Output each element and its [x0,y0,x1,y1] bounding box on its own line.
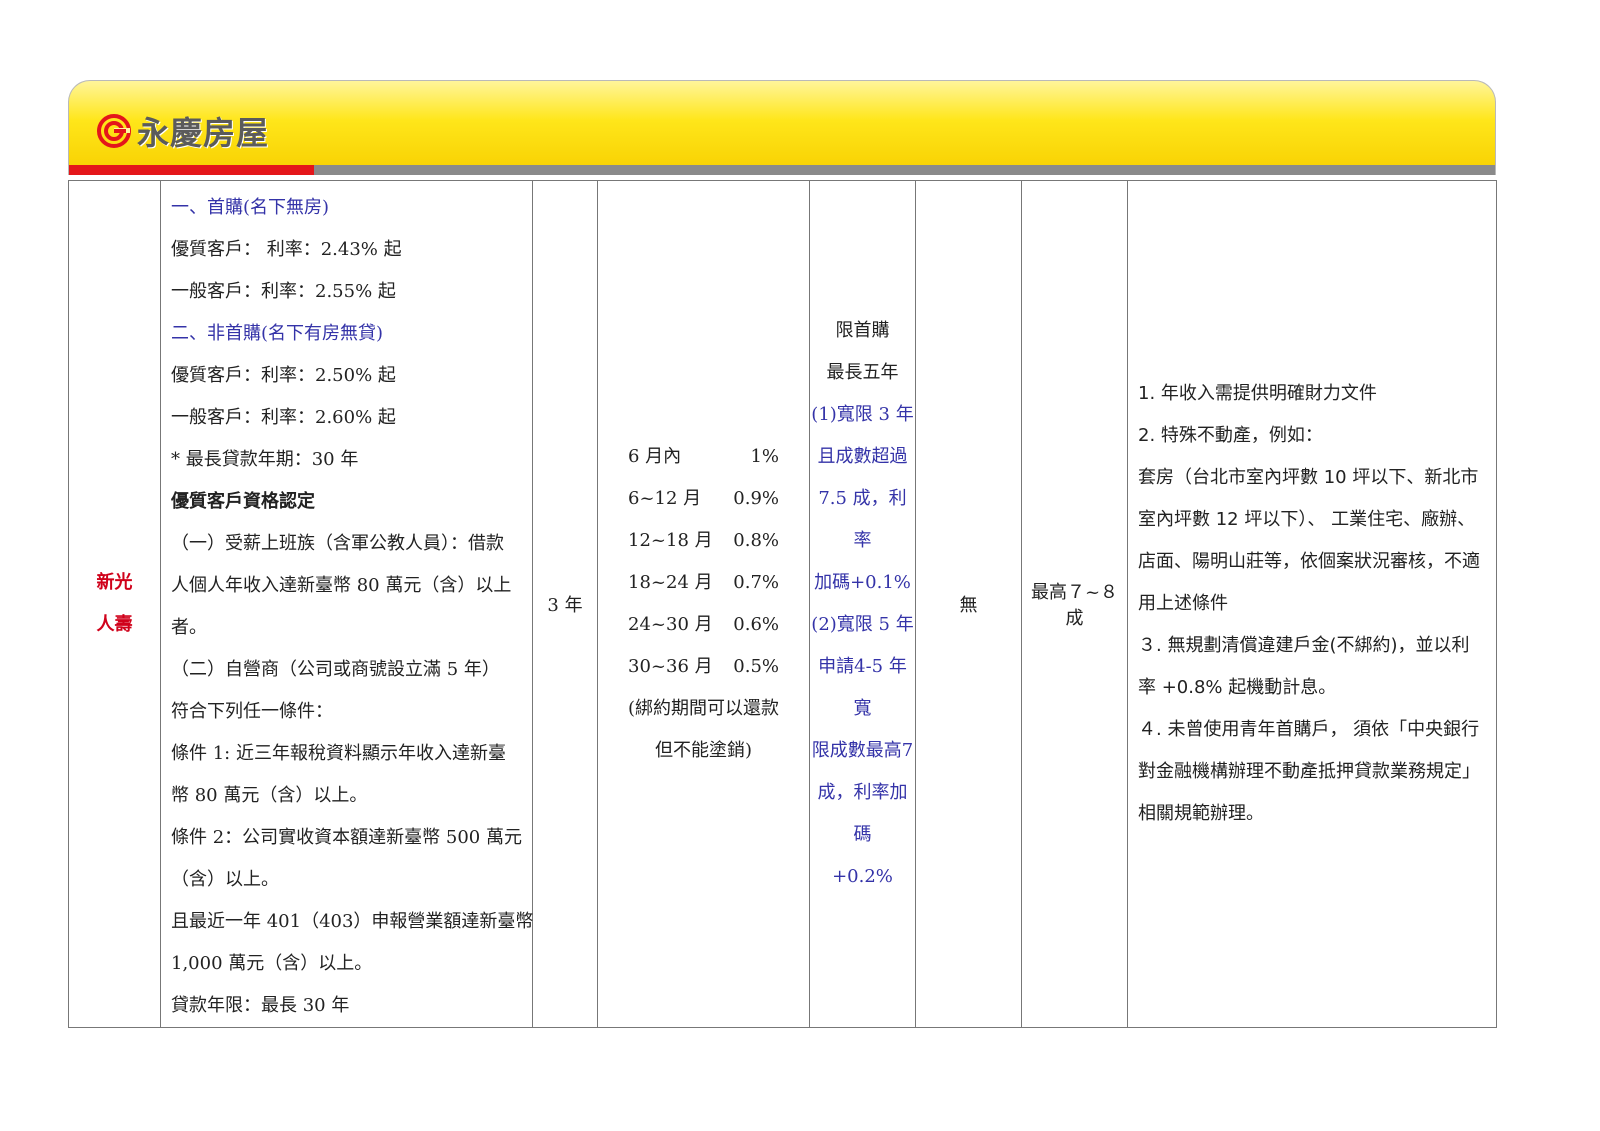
table-row: 新光 人壽 一、首購(名下無房) 優質客戶： 利率：2.43% 起 一般客戶：利… [68,180,1497,1028]
q1-line-2: 人個人年收入達新臺幣 80 萬元（含）以上 [171,575,512,596]
note-4: ３. 無規劃清償違建戶金(不綁約)，並以利率 +0.8% 起機動計息。 [1138,635,1470,698]
penalty-note-1: (綁約期間可以還款 [627,698,780,719]
condition3-line-2: 1,000 萬元（含）以上。 [171,953,373,974]
brand-logo-icon [97,114,131,148]
condition3-line-1: 且最近一年 401（403）申報營業額達新臺幣 [171,911,534,932]
notes-cell: 1. 年收入需提供明確財力文件 2. 特殊不動產，例如： 套房（台北市室內坪數 … [1127,180,1497,1028]
ltv-cell: 最高７~８成 [1021,180,1128,1028]
note-1: 1. 年收入需提供明確財力文件 [1138,383,1377,404]
grace-line: 限成數最高7 [811,740,914,761]
penalty-rate: 1% [750,446,779,467]
non-first-title: 二、非首購(名下有房無貸) [171,323,384,344]
q1-line-3: 者。 [171,617,207,638]
grace-line: 加碼+0.1% [814,572,911,593]
grace-line: (2)寬限 5 年 [811,614,914,635]
grace-line: 成，利率加碼 [817,782,908,845]
fee-cell: 無 [915,180,1022,1028]
brand-logo[interactable]: 永慶房屋 [97,111,270,152]
rate-cell: 一、首購(名下無房) 優質客戶： 利率：2.43% 起 一般客戶：利率：2.55… [160,180,534,1028]
condition1-line-1: 條件 1: 近三年報稅資料顯示年收入達新臺 [171,743,506,764]
penalty-note-2: 但不能塗銷) [654,740,753,761]
penalty-row: 6~12 月 0.9% [598,478,809,520]
condition2-line-2: （含）以上。 [171,869,279,890]
penalty-rate: 0.8% [733,530,779,551]
grace-period-cell: 限首購 最長五年 (1)寬限 3 年 且成數超過 7.5 成，利率 加碼+0.1… [809,180,916,1028]
penalty-period: 12~18 月 [628,530,713,551]
q2-line-2: 符合下列任一條件： [171,701,333,722]
penalty-rate: 0.9% [733,488,779,509]
first-premium-rate: 優質客戶： 利率：2.43% 起 [171,239,402,260]
grace-line: 最長五年 [826,362,899,383]
penalty-period: 24~30 月 [628,614,713,635]
grace-line: +0.2% [832,866,893,887]
company-line-2: 人壽 [96,614,133,635]
lock-period-cell: 3 年 [532,180,598,1028]
penalty-row: 18~24 月 0.7% [598,562,809,604]
grace-line: (1)寬限 3 年 [811,404,914,425]
header-red-bar [69,165,314,175]
q1-line-1: （一）受薪上班族（含軍公教人員）：借款 [171,533,504,554]
grace-line: 且成數超過 [817,446,908,467]
first-purchase-title: 一、首購(名下無房) [171,197,330,218]
penalty-row: 24~30 月 0.6% [598,604,809,646]
penalty-period: 30~36 月 [628,656,713,677]
company-cell: 新光 人壽 [68,180,161,1028]
q2-line-1: （二）自營商（公司或商號設立滿 5 年） [171,659,500,680]
penalty-row: 30~36 月 0.5% [598,646,809,688]
company-line-1: 新光 [96,572,133,593]
loan-term: 貸款年限：最長 30 年 [171,995,350,1016]
penalty-period: 6 月內 [628,446,682,467]
penalty-cell: 6 月內 1% 6~12 月 0.9% 12~18 月 0.8% 18~24 月… [597,180,810,1028]
second-general-rate: 一般客戶：利率：2.60% 起 [171,407,396,428]
loan-table: 新光 人壽 一、首購(名下無房) 優質客戶： 利率：2.43% 起 一般客戶：利… [68,180,1497,1028]
penalty-period: 18~24 月 [628,572,713,593]
header-banner: 永慶房屋 [68,80,1496,175]
note-5: ４. 未曾使用青年首購戶， 須依「中央銀行對金融機構辦理不動產抵押貸款業務規定」… [1138,719,1480,824]
penalty-rate: 0.6% [733,614,779,635]
qualification-title: 優質客戶資格認定 [171,491,315,512]
grace-line: 7.5 成，利率 [818,488,907,551]
max-term: * 最長貸款年期：30 年 [171,449,359,470]
note-2: 2. 特殊不動產，例如： [1138,425,1323,446]
grace-line: 申請4-5 年寬 [818,656,907,719]
note-3: 套房（台北市室內坪數 10 坪以下、新北市室內坪數 12 坪以下）、 工業住宅、… [1138,467,1480,614]
penalty-rate: 0.7% [733,572,779,593]
penalty-rate: 0.5% [733,656,779,677]
brand-name: 永慶房屋 [137,114,270,152]
grace-line: 限首購 [835,320,890,341]
penalty-row: 6 月內 1% [598,436,809,478]
penalty-row: 12~18 月 0.8% [598,520,809,562]
first-general-rate: 一般客戶：利率：2.55% 起 [171,281,396,302]
second-premium-rate: 優質客戶：利率：2.50% 起 [171,365,396,386]
penalty-period: 6~12 月 [628,488,702,509]
condition1-line-2: 幣 80 萬元（含）以上。 [171,785,368,806]
condition2-line-1: 條件 2：公司實收資本額達新臺幣 500 萬元 [171,827,522,848]
